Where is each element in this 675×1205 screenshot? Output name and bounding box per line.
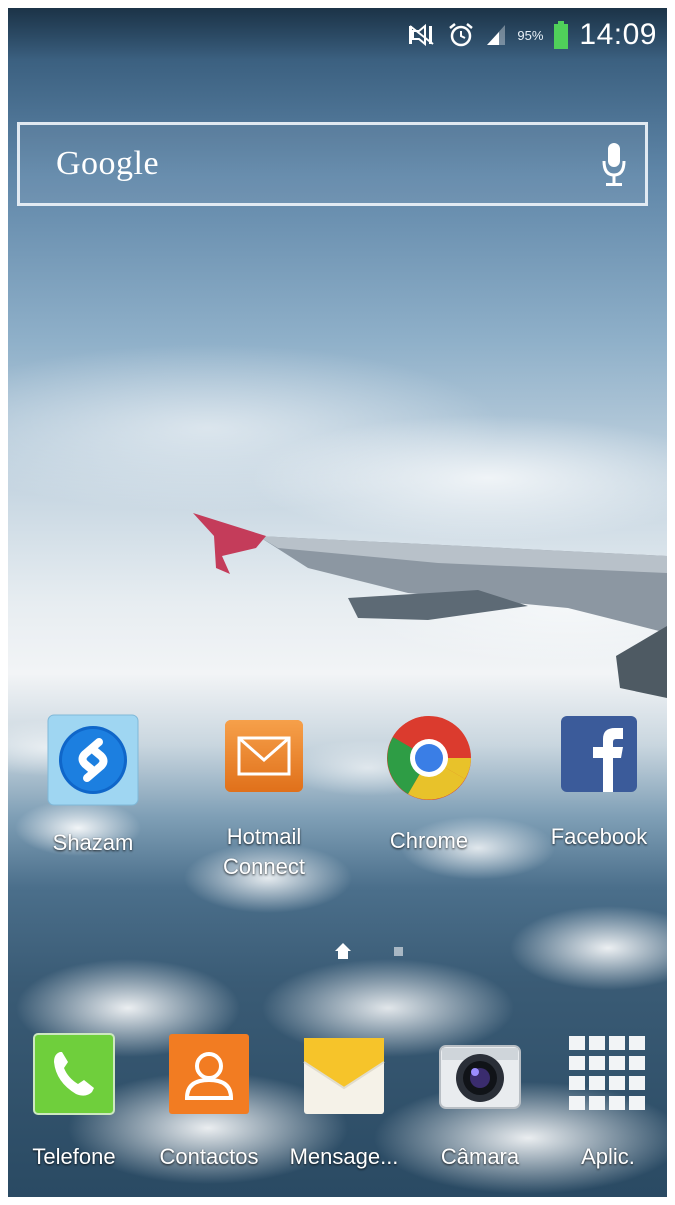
app-hotmail-connect[interactable]: Hotmail Connect: [204, 714, 324, 882]
app-label: Telefone: [32, 1144, 116, 1169]
google-search-label[interactable]: Google: [56, 145, 159, 183]
page-indicator: [8, 942, 667, 962]
messages-icon: [303, 1038, 385, 1114]
camera-icon: [439, 1045, 521, 1109]
app-label: Aplic.: [581, 1144, 635, 1169]
app-chrome[interactable]: Chrome: [374, 714, 484, 856]
microphone-icon[interactable]: [601, 141, 627, 189]
signal-icon: [487, 25, 506, 45]
app-label: Mensage...: [289, 1144, 399, 1169]
alarm-icon: [449, 23, 474, 47]
battery-percent: 95%: [517, 27, 544, 43]
hotmail-icon: [225, 720, 303, 792]
battery-icon: [554, 21, 569, 49]
app-shazam[interactable]: Shazam: [38, 714, 148, 858]
chrome-icon: [387, 716, 471, 800]
status-bar: 95% 14:09: [8, 8, 667, 60]
google-search-widget[interactable]: Google: [17, 122, 648, 206]
dock-apps[interactable]: Aplic.: [552, 1032, 664, 1172]
app-facebook[interactable]: Facebook: [534, 714, 664, 852]
clock: 14:09: [579, 18, 657, 51]
app-label: Hotmail: [226, 824, 302, 849]
facebook-icon: [561, 716, 637, 792]
app-label-line2: Connect: [223, 854, 305, 879]
phone-icon: [33, 1033, 115, 1115]
mute-icon: [409, 23, 435, 47]
home-screen: 95% 14:09 Google Shazam Hotmail Connect …: [8, 8, 667, 1197]
app-label: Câmara: [440, 1144, 520, 1169]
apps-grid-icon: [569, 1036, 645, 1110]
home-page-icon[interactable]: [334, 942, 352, 960]
dock-contacts[interactable]: Contactos: [148, 1032, 270, 1172]
app-label: Chrome: [389, 828, 469, 853]
dock-phone[interactable]: Telefone: [14, 1032, 134, 1172]
dock-camera[interactable]: Câmara: [420, 1032, 540, 1172]
contacts-icon: [169, 1034, 249, 1114]
shazam-icon: [47, 714, 139, 806]
page-dot[interactable]: [394, 947, 403, 956]
app-label: Facebook: [550, 824, 648, 849]
app-label: Contactos: [159, 1144, 259, 1169]
app-label: Shazam: [52, 830, 134, 855]
dock-messages[interactable]: Mensage...: [280, 1032, 408, 1172]
